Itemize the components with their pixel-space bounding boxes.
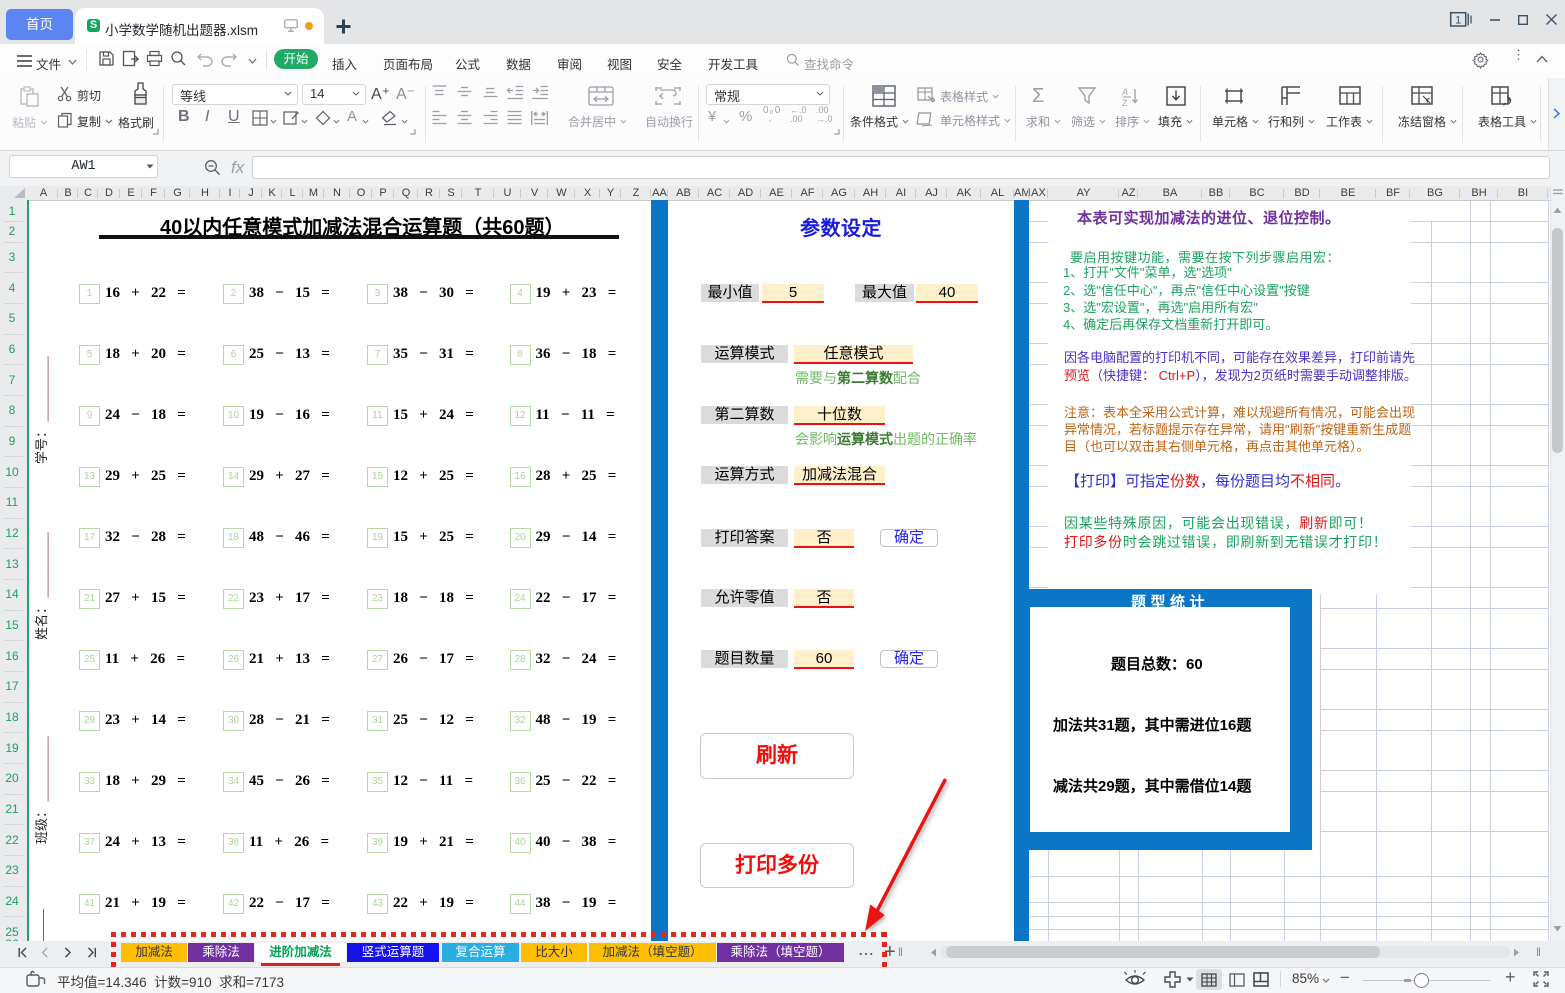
- svg-text:1: 1: [1455, 15, 1461, 27]
- svg-text:A: A: [1121, 87, 1128, 97]
- svg-text:Z: Z: [1122, 98, 1128, 108]
